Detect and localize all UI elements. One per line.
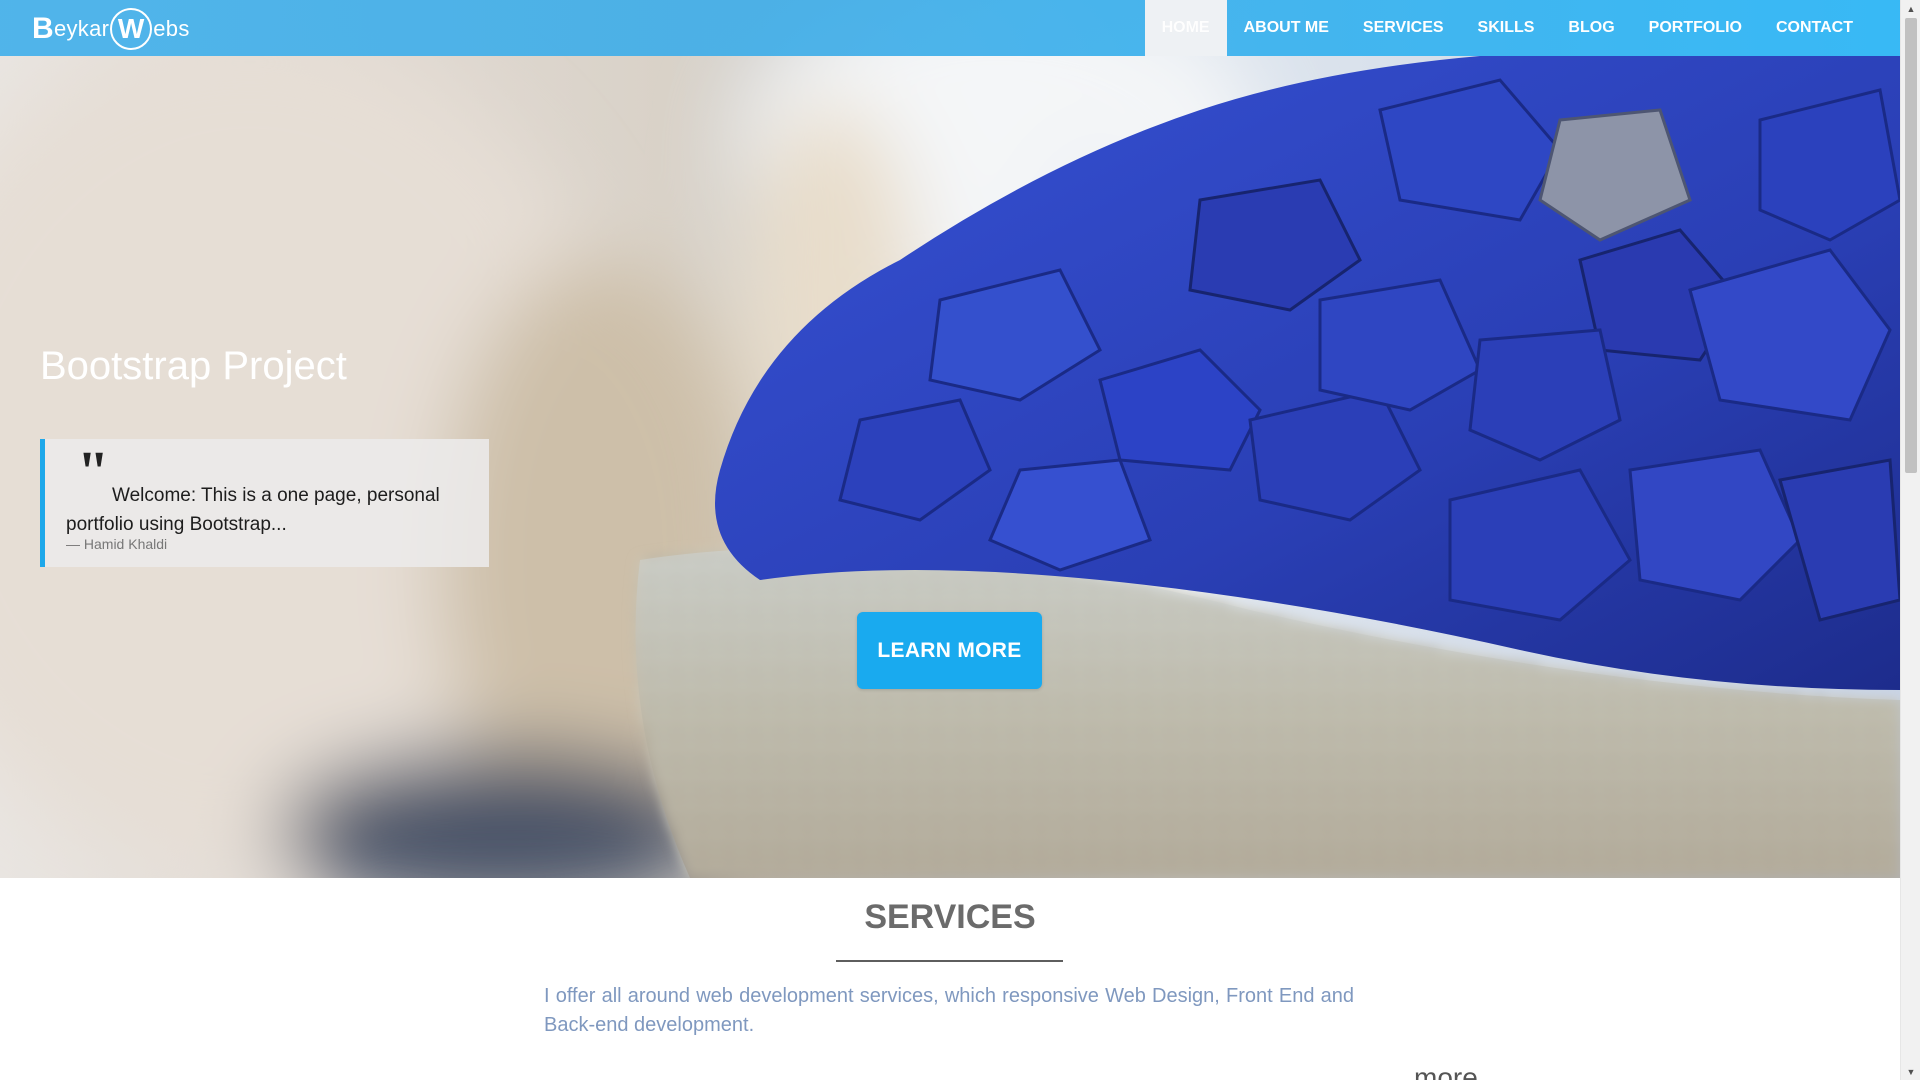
nav-item-portfolio[interactable]: PORTFOLIO [1632,0,1759,56]
nav-item-skills[interactable]: SKILLS [1461,0,1552,56]
services-section: SERVICES I offer all around web developm… [0,878,1900,1080]
nav-item-home[interactable]: HOME [1144,0,1227,56]
brand-prefix: B [32,12,54,45]
brand-suffix: ebs [153,16,190,41]
quote-author: — Hamid Khaldi [66,536,168,552]
brand-logo[interactable]: Beykar Webs [32,8,190,50]
quote-text: Welcome: This is a one page, personal po… [66,485,440,535]
nav-links: HOME ABOUT ME SERVICES SKILLS BLOG PORTF… [1144,0,1870,56]
nav-item-about-me[interactable]: ABOUT ME [1227,0,1346,56]
scroll-thumb[interactable] [1905,18,1917,473]
brand-circle-letter: W [110,8,153,50]
triangle-down-icon[interactable]: ▼ [1901,1063,1920,1080]
services-more-link[interactable]: more [1414,1062,1478,1080]
triangle-up-icon[interactable]: ▲ [1901,0,1920,17]
navbar: Beykar Webs HOME ABOUT ME SERVICES SKILLS… [0,0,1900,56]
services-title: SERVICES [864,898,1036,936]
nav-item-blog[interactable]: BLOG [1551,0,1631,56]
services-description: I offer all around web development servi… [544,985,1354,1036]
welcome-quote: " Welcome: This is a one page, personal … [40,439,489,567]
services-divider [836,960,1063,962]
nav-item-contact[interactable]: CONTACT [1759,0,1870,56]
brand-middle: eykar [53,16,110,41]
learn-more-button[interactable]: LEARN MORE [857,612,1042,689]
page: Beykar Webs HOME ABOUT ME SERVICES SKILLS… [0,0,1920,1080]
hero-title: Bootstrap Project [40,344,347,388]
page-scrollbar[interactable]: ▲ ▼ [1900,0,1920,1080]
nav-item-services[interactable]: SERVICES [1346,0,1461,56]
